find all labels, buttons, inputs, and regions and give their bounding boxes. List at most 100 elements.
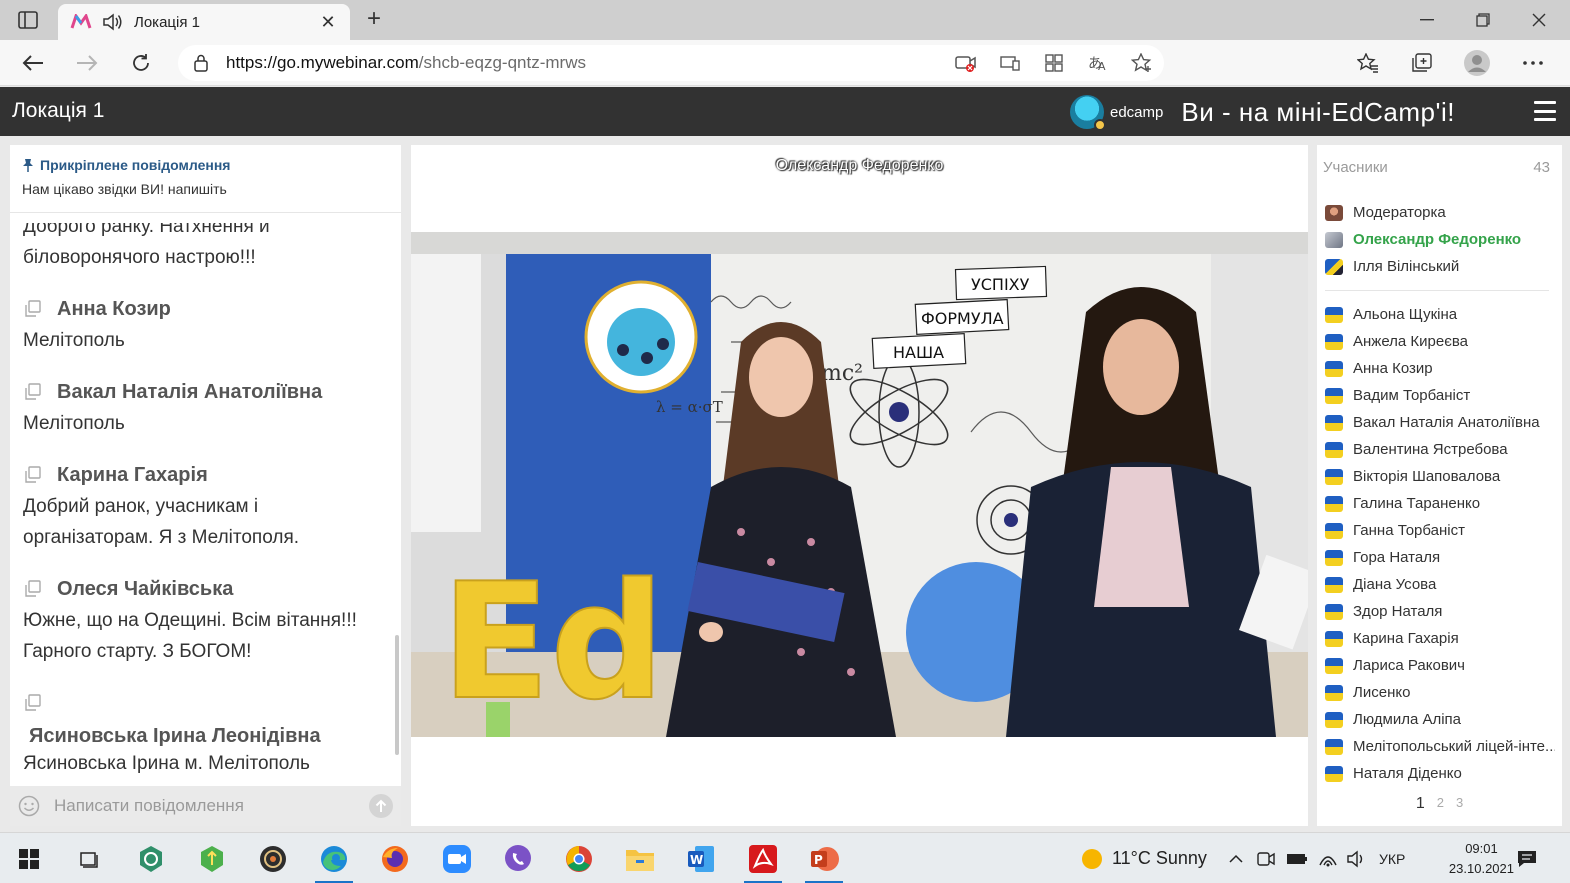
lock-icon[interactable]	[194, 54, 208, 72]
camera-blocked-icon[interactable]	[944, 45, 988, 81]
input-language[interactable]: УКР	[1379, 833, 1405, 883]
message-input[interactable]: Написати повідомлення	[10, 786, 401, 826]
pin-icon	[22, 158, 34, 172]
message-author: Ясиновська Ірина Леонідівна	[29, 725, 321, 747]
profile-avatar-icon[interactable]	[1461, 48, 1493, 78]
edge-browser-icon[interactable]	[309, 839, 359, 883]
word-icon[interactable]: W	[676, 839, 726, 879]
task-view-icon[interactable]	[64, 839, 114, 879]
chat-messages[interactable]: Доброго ранку. Натхнення й біловоронячог…	[10, 223, 401, 785]
participant-row[interactable]: Наталя Діденко	[1325, 760, 1555, 787]
file-explorer-icon[interactable]	[615, 839, 665, 879]
browser-tab-strip: Локація 1 ✕ +	[0, 0, 1570, 40]
firefox-icon[interactable]	[370, 839, 420, 879]
new-tab-button[interactable]: +	[360, 6, 388, 34]
refresh-icon[interactable]	[126, 48, 156, 78]
participant-row[interactable]: Людмила Аліпа	[1325, 706, 1555, 733]
message-text: Мелітополь	[23, 330, 125, 351]
participant-row[interactable]: Вакал Наталія Анатоліївна	[1325, 409, 1555, 436]
pinned-label: Прикріплене повідомлення	[40, 157, 231, 173]
clock[interactable]: 09:01 23.10.2021	[1449, 839, 1514, 879]
show-hidden-icons-icon[interactable]	[1228, 833, 1244, 883]
media-player-icon[interactable]	[248, 839, 298, 879]
copy-icon[interactable]	[23, 466, 43, 484]
windows-start-icon[interactable]	[4, 839, 54, 879]
copy-icon[interactable]	[23, 300, 43, 318]
pinned-message: Прикріплене повідомлення Нам цікаво звід…	[10, 145, 401, 213]
participant-row[interactable]: Лариса Ракович	[1325, 652, 1555, 679]
notifications-icon[interactable]	[1516, 833, 1538, 883]
browser-tab[interactable]: Локація 1 ✕	[58, 4, 350, 40]
acrobat-icon[interactable]	[738, 839, 788, 883]
chat-scrollbar[interactable]	[395, 635, 399, 755]
vpn-shield-icon[interactable]	[187, 839, 237, 879]
address-bar[interactable]: https://go.mywebinar.com /shcb-eqzg-qntz…	[178, 45, 1164, 81]
participant-row[interactable]: Здор Наталя	[1325, 598, 1555, 625]
favorites-icon[interactable]	[1352, 48, 1384, 78]
participant-row[interactable]: Гора Наталя	[1325, 544, 1555, 571]
participant-row[interactable]: Карина Гахарія	[1325, 625, 1555, 652]
participants-list[interactable]: Модераторка Олександр Федоренко Ілля Віл…	[1325, 199, 1555, 787]
apps-grid-icon[interactable]	[1032, 45, 1076, 81]
participant-row[interactable]: Вадим Торбаніст	[1325, 382, 1555, 409]
svg-text:A: A	[1098, 60, 1106, 72]
video-feed[interactable]: mc² λ = α·σT УСПІХУ ФОРМУЛА НАША Ed	[411, 232, 1308, 737]
weather-widget[interactable]: 11°C Sunny	[1082, 833, 1207, 883]
page-3[interactable]: 3	[1456, 795, 1463, 813]
viber-icon[interactable]	[493, 839, 543, 879]
message-author: Карина Гахарія	[57, 463, 208, 486]
page-2[interactable]: 2	[1437, 795, 1444, 813]
edcamp-brand: edcamp Ви - на міні-EdCamp'і!	[1070, 93, 1455, 131]
participant-row[interactable]: Ганна Торбаніст	[1325, 517, 1555, 544]
participant-row[interactable]: Галина Тараненко	[1325, 490, 1555, 517]
copy-icon[interactable]	[23, 383, 43, 401]
participant-row[interactable]: Валентина Ястребова	[1325, 436, 1555, 463]
read-aloud-icon[interactable]: あA	[1076, 45, 1120, 81]
sun-icon	[1082, 848, 1102, 869]
copy-icon[interactable]	[23, 580, 43, 598]
participants-count: 43	[1533, 159, 1550, 176]
page-1[interactable]: 1	[1416, 795, 1425, 813]
send-icon[interactable]	[369, 794, 393, 818]
hamburger-menu-icon[interactable]	[1534, 101, 1556, 121]
restore-button[interactable]	[1463, 6, 1503, 34]
participant-row[interactable]: Анжела Киреєва	[1325, 328, 1555, 355]
participant-row[interactable]: Модераторка	[1325, 199, 1555, 226]
more-options-icon[interactable]	[1517, 48, 1549, 78]
powerpoint-icon[interactable]: P	[799, 839, 849, 883]
participant-row[interactable]: Мелітопольський ліцей-інте...	[1325, 733, 1555, 760]
message-placeholder: Написати повідомлення	[54, 796, 244, 815]
ukraine-flag-icon	[1325, 549, 1343, 566]
meet-now-icon[interactable]	[1256, 833, 1276, 883]
ukraine-flag-icon	[1325, 576, 1343, 593]
zoom-icon[interactable]	[432, 839, 482, 879]
participant-row[interactable]: Анна Козир	[1325, 355, 1555, 382]
forward-icon[interactable]	[72, 48, 102, 78]
tab-actions-icon[interactable]	[14, 8, 42, 32]
participant-row[interactable]: Альона Щукіна	[1325, 301, 1555, 328]
emoji-icon[interactable]	[18, 795, 40, 817]
speaker-icon[interactable]	[102, 13, 124, 31]
collections-icon[interactable]	[1406, 48, 1438, 78]
avatar	[1325, 231, 1343, 248]
add-favorite-icon[interactable]	[1120, 45, 1164, 81]
battery-icon[interactable]	[1286, 833, 1308, 883]
close-window-button[interactable]	[1519, 6, 1559, 34]
participant-row-speaker[interactable]: Олександр Федоренко	[1325, 226, 1555, 253]
brand-slogan: Ви - на міні-EdCamp'і!	[1181, 96, 1455, 127]
minimize-button[interactable]	[1407, 6, 1447, 34]
participant-row[interactable]: Вікторія Шаповалова	[1325, 463, 1555, 490]
ukraine-flag-icon	[1325, 711, 1343, 728]
wifi-icon[interactable]	[1318, 833, 1338, 883]
volume-icon[interactable]	[1346, 833, 1366, 883]
security-shield-icon[interactable]	[126, 839, 176, 879]
participant-row[interactable]: Ілля Вілінський	[1325, 253, 1555, 280]
participant-row[interactable]: Діана Усова	[1325, 571, 1555, 598]
chrome-icon[interactable]	[554, 839, 604, 879]
ukraine-flag-icon	[1325, 657, 1343, 674]
back-icon[interactable]	[18, 48, 48, 78]
tab-close-icon[interactable]: ✕	[318, 12, 338, 33]
copy-icon[interactable]	[23, 694, 43, 712]
app-available-icon[interactable]	[988, 45, 1032, 81]
participant-row[interactable]: Лисенко	[1325, 679, 1555, 706]
